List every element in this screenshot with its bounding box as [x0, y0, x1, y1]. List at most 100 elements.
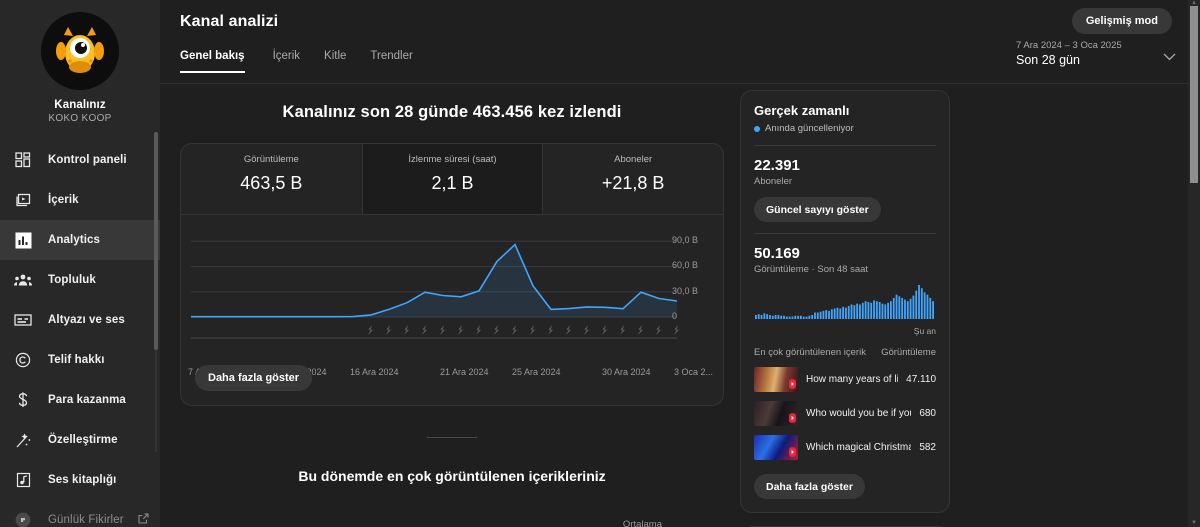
sidebar-item-label: Analytics [48, 234, 101, 246]
realtime-card: Gerçek zamanlı Anında güncelleniyor 22.3… [740, 90, 950, 513]
tab-trendler[interactable]: Trendler [358, 50, 424, 72]
realtime-views-label: Görüntüleme · Son 48 saat [754, 264, 869, 275]
thumbnail [754, 435, 798, 460]
list-item-title: How many years of life … [806, 374, 899, 385]
shorts-badge-icon [789, 379, 796, 389]
scrollbar-thumb[interactable] [1190, 6, 1198, 183]
chart-x-tick-label: 21 Ara 2024 [440, 367, 489, 377]
metrics-row: Görüntüleme 463,5 B İzlenme süresi (saat… [181, 144, 723, 214]
sidebar-item-para-kazanma[interactable]: Para kazanma [0, 380, 160, 420]
copyright-icon [12, 349, 34, 371]
metric-value: 463,5 B [240, 173, 303, 193]
list-item[interactable]: Which magical Christmas … 582 [754, 435, 936, 460]
realtime-list-header: En çok görüntülenen içerik Görüntüleme [754, 347, 936, 358]
realtime-show-more-button[interactable]: Daha fazla göster [754, 474, 865, 499]
chart-y-tick-label: 0 [672, 311, 678, 321]
list-header-content: En çok görüntülenen içerik [754, 347, 866, 358]
chart-y-tick-label: 30,0 B [672, 285, 699, 296]
sidebar-item-telif-hakki[interactable]: Telif hakkı [0, 340, 160, 380]
sidebar-item-label: Günlük Fikirler [48, 514, 124, 526]
sidebar-item-label: İçerik [48, 194, 79, 206]
chart-y-tick-label: 90,0 B [672, 235, 699, 246]
sidebar-item-altyazi-ve-ses[interactable]: Altyazı ve ses [0, 300, 160, 340]
date-range-selector[interactable]: 7 Ara 2024 – 3 Oca 2025 Son 28 gün [1016, 40, 1176, 67]
metric-subscribers[interactable]: Aboneler +21,8 B [542, 144, 723, 214]
sidebar-item-icerik[interactable]: İçerik [0, 180, 160, 220]
chart-x-tick-label: 3 Oca 2... [674, 367, 714, 377]
metrics-divider [181, 214, 723, 215]
left-column: Kanalınız son 28 günde 463.456 kez izlen… [160, 84, 740, 527]
live-dot-icon [754, 125, 760, 132]
show-current-count-button[interactable]: Güncel sayıyı göster [754, 197, 881, 222]
monetization-dollar-icon [12, 389, 34, 411]
realtime-subscribers-label: Aboneler [754, 176, 793, 187]
thumbnail [754, 367, 798, 392]
external-link-icon [138, 511, 149, 527]
tab-genel-bakis[interactable]: Genel bakış [180, 50, 261, 72]
realtime-sparkline[interactable]: Şu an [754, 285, 936, 336]
hero-title: Kanalınız son 28 günde 463.456 kez izlen… [282, 103, 622, 121]
metric-value: +21,8 B [601, 173, 665, 193]
chart-x-tick-label: 30 Ara 2024 [602, 367, 651, 377]
chart-x-tick-label: 25 Ara 2024 [512, 367, 561, 377]
sparkline-bars [755, 285, 934, 319]
sidebar-item-analytics[interactable]: Analytics [0, 220, 160, 260]
youtube-studio-analytics-page: Kanalınız KOKO KOOP Kontrol paneli İçeri… [0, 0, 1200, 527]
column-header-avg-duration: Ortalama görüntüleme süresi [622, 519, 662, 527]
sidebar-item-label: Telif hakkı [48, 354, 105, 366]
sidebar-item-kontrol-paneli[interactable]: Kontrol paneli [0, 140, 160, 180]
date-range-value: 7 Ara 2024 – 3 Oca 2025 [1016, 40, 1122, 51]
content-video-icon [12, 189, 34, 211]
overview-chart-card: Görüntüleme 463,5 B İzlenme süresi (saat… [180, 143, 724, 406]
analytics-tabs: Genel bakış İçerik Kitle Trendler [180, 50, 425, 72]
audio-library-icon [12, 469, 34, 491]
thumbnail [754, 401, 798, 426]
channel-block[interactable]: Kanalınız KOKO KOOP [0, 0, 160, 124]
metric-views[interactable]: Görüntüleme 463,5 B [181, 144, 362, 214]
section-divider [427, 437, 477, 438]
sidebar-item-gunluk-fikirler[interactable]: Günlük Fikirler [0, 500, 160, 527]
divider [754, 145, 936, 146]
sidebar-item-ozellestirme[interactable]: Özelleştirme [0, 420, 160, 460]
sidebar-item-label: Topluluk [48, 274, 96, 286]
metric-value: 2,1 B [431, 173, 474, 193]
topbar-divider [160, 83, 1200, 84]
sidebar-item-ses-kitapligi[interactable]: Ses kitaplığı [0, 460, 160, 500]
list-item-views: 47.110 [906, 374, 936, 385]
sidebar-item-topluluk[interactable]: Topluluk [0, 260, 160, 300]
top-content-table-header: İçerik Ortalama görüntüleme süresi Görün… [180, 506, 724, 527]
content-columns: Kanalınız son 28 günde 463.456 kez izlen… [160, 84, 1200, 527]
sidebar-item-label: Özelleştirme [48, 434, 118, 446]
sidebar-item-label: Kontrol paneli [48, 154, 127, 166]
list-item[interactable]: How many years of life … 47.110 [754, 367, 936, 392]
metric-label: İzlenme süresi (saat) [408, 154, 497, 165]
extension-puzzle-icon [12, 509, 34, 527]
list-item-views: 582 [919, 442, 936, 453]
topbar: Kanal analizi Genel bakış İçerik Kitle T… [160, 0, 1200, 84]
right-column: Gerçek zamanlı Anında güncelleniyor 22.3… [740, 84, 950, 527]
advanced-mode-button[interactable]: Gelişmiş mod [1071, 8, 1172, 34]
chart-y-axis: 0 30,0 B 60,0 B 90,0 B [661, 233, 719, 363]
page-scrollbar[interactable]: ▲ ▼ [1188, 0, 1200, 527]
list-item[interactable]: Who would you be if you liv… 680 [754, 401, 936, 426]
realtime-live-indicator: Anında güncelleniyor [754, 123, 936, 134]
list-item-views: 680 [919, 408, 936, 419]
shorts-badge-icon [789, 413, 796, 423]
channel-name: Kanalınız [54, 99, 106, 111]
sidebar: Kanalınız KOKO KOOP Kontrol paneli İçeri… [0, 0, 160, 527]
chart-y-tick-label: 60,0 B [672, 260, 699, 271]
sparkline-now-label: Şu an [913, 326, 936, 336]
metric-watch-time[interactable]: İzlenme süresi (saat) 2,1 B [361, 144, 543, 214]
avatar[interactable] [41, 12, 119, 90]
scroll-down-arrow-icon[interactable]: ▼ [1188, 520, 1200, 527]
tab-icerik[interactable]: İçerik [261, 50, 312, 72]
metric-label: Görüntüleme [243, 154, 299, 165]
chevron-down-icon [1163, 48, 1176, 66]
sidebar-scrollbar-thumb[interactable] [154, 132, 158, 350]
views-area-chart[interactable]: 0 30,0 B 60,0 B 90,0 B [181, 233, 723, 363]
show-more-button[interactable]: Daha fazla göster [195, 365, 313, 391]
tab-kitle[interactable]: Kitle [312, 50, 358, 72]
list-header-views: Görüntüleme [881, 347, 936, 358]
subtitles-icon [12, 309, 34, 331]
monster-avatar-icon [56, 27, 104, 73]
